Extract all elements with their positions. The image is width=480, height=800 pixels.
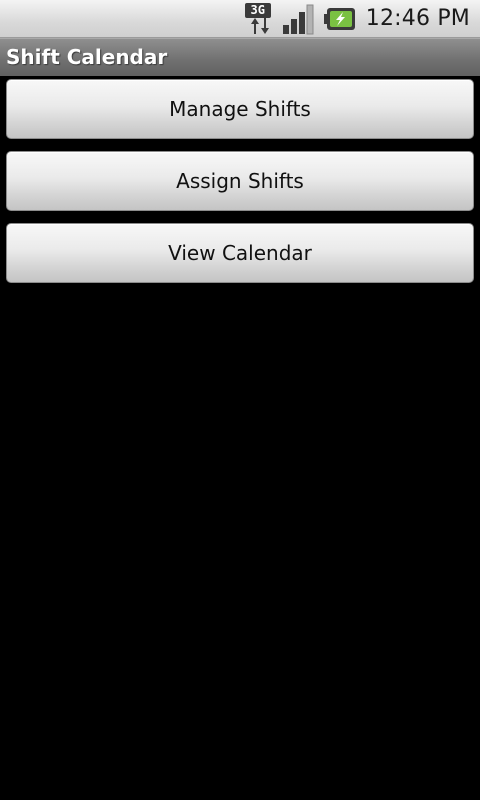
signal-strength-icon xyxy=(282,4,314,35)
app-screen: 3G 12:46 PM Shift Calendar Manage Shifts… xyxy=(0,0,480,800)
view-calendar-label: View Calendar xyxy=(168,241,312,265)
title-bar: Shift Calendar xyxy=(0,38,480,76)
battery-charging-icon xyxy=(323,8,355,30)
network-type-label: 3G xyxy=(244,3,271,18)
status-bar: 3G 12:46 PM xyxy=(0,0,480,38)
assign-shifts-label: Assign Shifts xyxy=(176,169,304,193)
assign-shifts-button[interactable]: Assign Shifts xyxy=(6,151,474,211)
status-clock: 12:46 PM xyxy=(365,6,470,31)
manage-shifts-button[interactable]: Manage Shifts xyxy=(6,79,474,139)
3g-data-icon: 3G xyxy=(244,2,276,36)
view-calendar-button[interactable]: View Calendar xyxy=(6,223,474,283)
status-icons: 3G 12:46 PM xyxy=(244,0,470,38)
app-title: Shift Calendar xyxy=(6,45,168,69)
manage-shifts-label: Manage Shifts xyxy=(169,97,311,121)
